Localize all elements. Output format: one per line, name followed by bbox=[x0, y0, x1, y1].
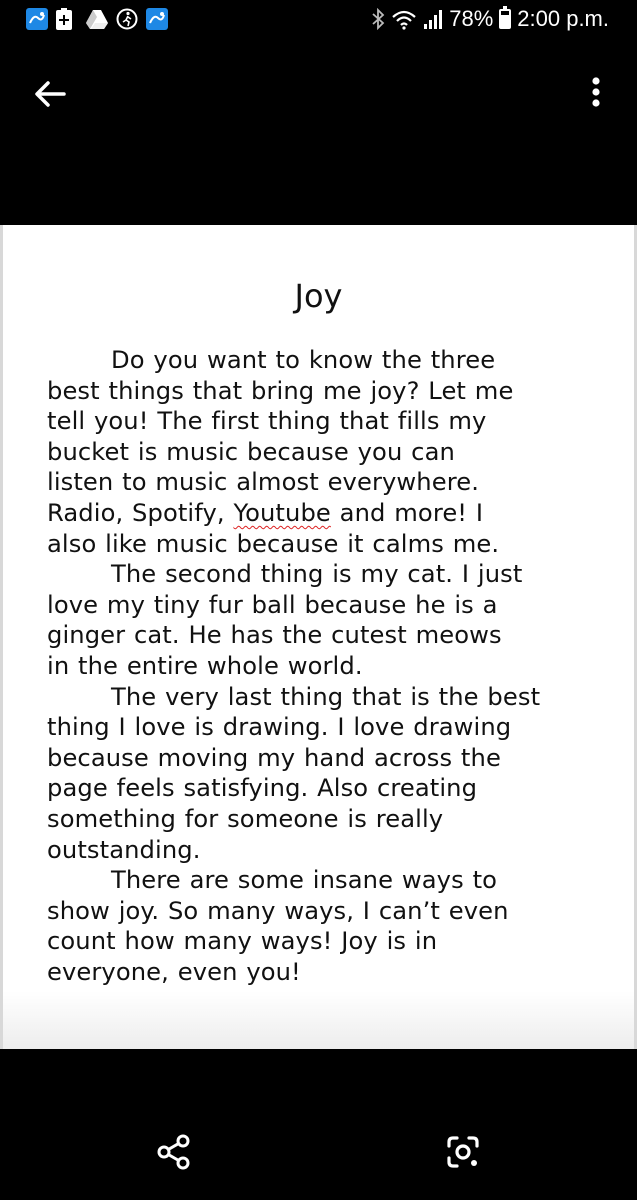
clock: 2:00 p.m. bbox=[517, 6, 609, 31]
app-icon bbox=[146, 8, 168, 30]
battery-percent: 78% bbox=[449, 6, 494, 31]
document-body: Do you want to know the three best thing… bbox=[47, 345, 602, 987]
document-line: Radio, Spotify, Youtube and more! I bbox=[47, 498, 602, 529]
document-title: Joy bbox=[294, 277, 343, 315]
lens-button[interactable] bbox=[443, 1132, 483, 1172]
line-segment: Radio, Spotify, bbox=[47, 498, 234, 527]
document-line: page feels satisfying. Also creating bbox=[47, 774, 478, 803]
document-line: The second thing is my cat. I just bbox=[111, 560, 523, 589]
arrow-left-icon bbox=[35, 81, 66, 107]
document-line: bucket is music because you can bbox=[47, 437, 455, 466]
document-line: Do you want to know the three bbox=[111, 346, 496, 374]
document-line: because moving my hand across the bbox=[47, 743, 501, 772]
battery-icon bbox=[499, 6, 512, 29]
drive-icon bbox=[86, 8, 108, 30]
fitness-icon bbox=[116, 8, 138, 30]
document-line: count how many ways! Joy is in bbox=[47, 927, 438, 956]
lens-icon bbox=[447, 1136, 479, 1168]
notification-icons bbox=[26, 8, 168, 30]
document-line: also like music because it calms me. bbox=[47, 529, 500, 558]
document-line: outstanding. bbox=[47, 835, 201, 864]
wifi-icon bbox=[391, 8, 417, 30]
document-line: tell you! The first thing that fills my bbox=[47, 407, 487, 436]
more-vert-icon bbox=[592, 77, 600, 107]
back-button[interactable] bbox=[30, 74, 70, 114]
document-line: The very last thing that is the best bbox=[111, 682, 541, 711]
document-line: best things that bring me joy? Let me bbox=[47, 376, 514, 405]
document-line: love my tiny fur ball because he is a bbox=[47, 590, 498, 619]
system-status: 78% 2:00 p.m. bbox=[371, 6, 609, 32]
app-icon bbox=[26, 8, 48, 30]
more-options-button[interactable] bbox=[581, 74, 611, 114]
document-line: There are some insane ways to bbox=[111, 866, 498, 895]
share-button[interactable] bbox=[154, 1132, 194, 1172]
bluetooth-icon bbox=[371, 7, 385, 31]
share-icon bbox=[157, 1134, 190, 1170]
document-line: everyone, even you! bbox=[47, 957, 301, 986]
line-segment: and more! I bbox=[330, 498, 484, 527]
document-line: show joy. So many ways, I can’t even bbox=[47, 896, 509, 925]
status-bar: 78% 2:00 p.m. bbox=[0, 0, 637, 46]
misspelled-word: Youtube bbox=[233, 498, 331, 527]
document-image[interactable]: Joy Do you want to know the three best t… bbox=[0, 225, 637, 1049]
document-line: thing I love is drawing. I love drawing bbox=[47, 713, 512, 742]
document-line: in the entire whole world. bbox=[47, 651, 363, 680]
document-line: something for someone is really bbox=[47, 804, 444, 833]
signal-icon bbox=[423, 8, 443, 30]
document-line: ginger cat. He has the cutest meows bbox=[47, 621, 502, 650]
document-line: listen to music almost everywhere. bbox=[47, 468, 479, 497]
battery-saver-icon bbox=[56, 8, 78, 30]
